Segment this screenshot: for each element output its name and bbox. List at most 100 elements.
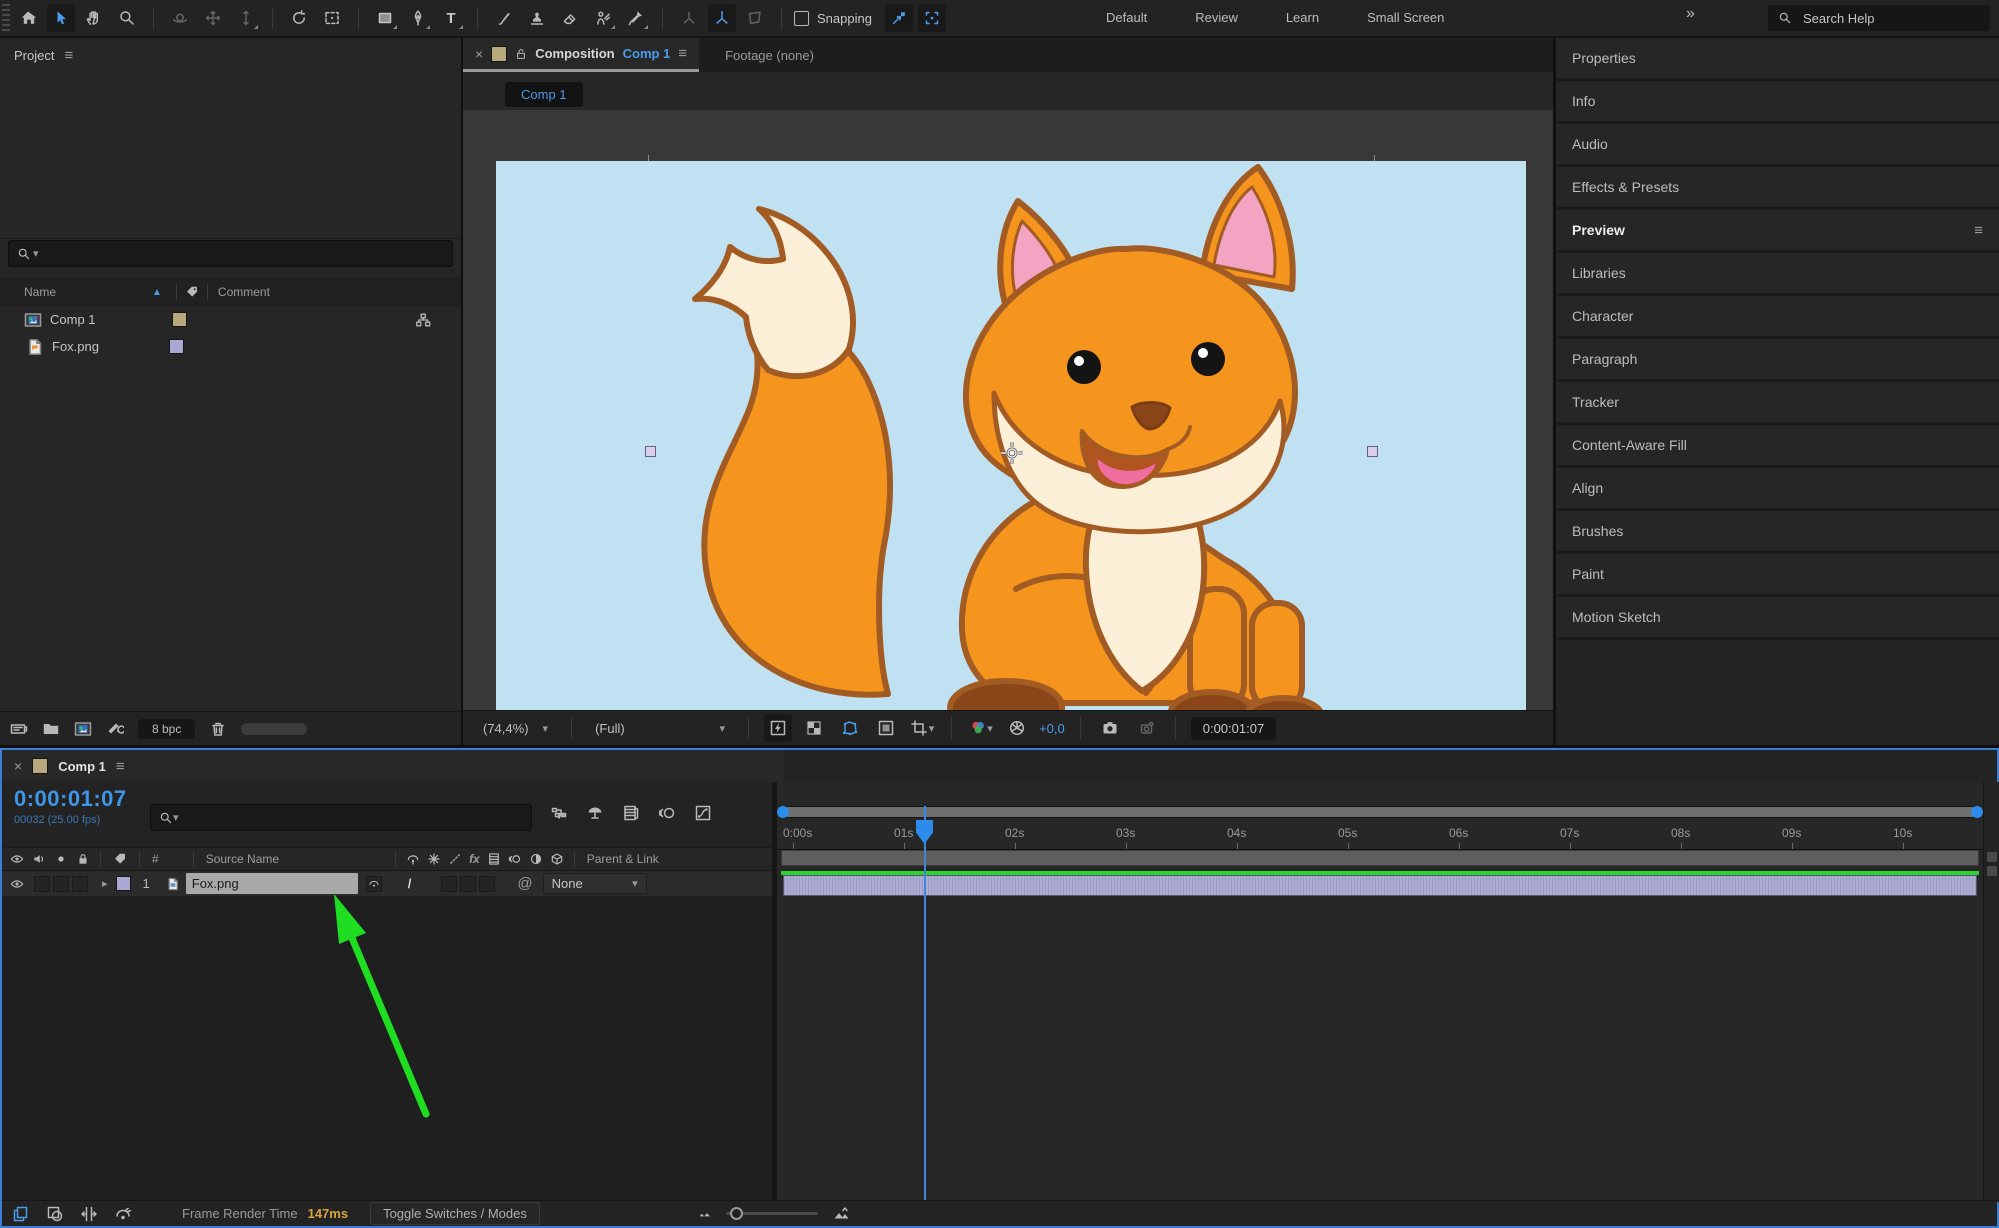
view-axis-mode[interactable] (741, 4, 769, 32)
navigator-start-handle[interactable] (777, 806, 789, 818)
column-source-name[interactable]: Source Name (206, 852, 279, 866)
shy-column-icon[interactable] (406, 852, 420, 866)
timeline-search-field[interactable]: ▾ (150, 804, 532, 831)
panel-tab-content-aware-fill[interactable]: Content-Aware Fill (1556, 425, 1999, 468)
workspace-learn[interactable]: Learn (1286, 10, 1319, 25)
panel-tab-audio[interactable]: Audio (1556, 124, 1999, 167)
solo-toggle-box[interactable] (53, 876, 69, 892)
take-snapshot-button[interactable] (1096, 714, 1124, 742)
composition-canvas[interactable] (496, 161, 1526, 738)
panel-menu-icon[interactable]: ≡ (116, 758, 125, 775)
exposure-button[interactable] (1003, 714, 1031, 742)
interpret-footage-icon[interactable] (10, 720, 28, 738)
timeline-timecode[interactable]: 0:00:01:07 (14, 786, 127, 812)
resolution-dropdown[interactable]: (Full) ▾ (587, 718, 733, 739)
timeline-zoom-slider[interactable] (726, 1212, 818, 1215)
crop-button[interactable]: ▾ (908, 714, 936, 742)
motion-blur-column-icon[interactable] (508, 852, 522, 866)
panel-scrollbar-thumb[interactable] (241, 723, 307, 735)
project-search-field[interactable]: ▾ (8, 240, 453, 267)
label-column-icon[interactable] (113, 852, 127, 866)
snap-features-toggle[interactable] (918, 4, 946, 32)
mask-visibility-button[interactable] (836, 714, 864, 742)
panel-menu-icon[interactable]: ≡ (64, 47, 73, 64)
timeline-tab[interactable]: × Comp 1 ≡ (2, 750, 784, 782)
layer-row-1[interactable]: ▸ 1 Fox.png / @ None ▾ (2, 871, 772, 896)
layer-quality-toggle[interactable]: / (408, 876, 412, 891)
parent-pickwhip-icon[interactable]: @ (517, 875, 532, 892)
expand-icon[interactable]: ▸ (102, 877, 108, 890)
panel-menu-icon[interactable]: ≡ (678, 45, 687, 62)
motion-blur-icon[interactable] (658, 804, 676, 822)
panel-tab-preview[interactable]: Preview≡ (1556, 210, 1999, 253)
panel-tab-paint[interactable]: Paint (1556, 554, 1999, 597)
zoom-in-mountain-icon[interactable] (832, 1205, 850, 1223)
render-settings-icon[interactable] (106, 720, 124, 738)
panel-tab-align[interactable]: Align (1556, 468, 1999, 511)
world-axis-mode[interactable] (708, 4, 736, 32)
label-swatch-footage[interactable] (169, 339, 184, 354)
hand-tool[interactable] (80, 4, 108, 32)
shy-layers-button[interactable] (114, 1205, 132, 1223)
frame-blending-icon[interactable] (622, 804, 640, 822)
transparency-grid-button[interactable] (800, 714, 828, 742)
viewer-pasteboard[interactable] (463, 110, 1553, 710)
workspace-small-screen[interactable]: Small Screen (1367, 10, 1444, 25)
adjustment-layer-column-icon[interactable] (529, 852, 543, 866)
project-item-comp[interactable]: Comp 1 (0, 306, 461, 333)
quality-column-icon[interactable] (448, 852, 462, 866)
type-tool[interactable]: T (437, 4, 465, 32)
blend-modes-pane-button[interactable] (46, 1205, 64, 1223)
zoom-out-mountain-icon[interactable] (698, 1207, 712, 1221)
comp-button-mini[interactable] (1987, 866, 1997, 876)
brush-tool[interactable] (490, 4, 518, 32)
column-comment[interactable]: Comment (218, 285, 270, 299)
navigator-end-handle[interactable] (1971, 806, 1983, 818)
timeline-track-area[interactable]: 0:00s 01s 02s 03s 04s 05s 06s 07s 08s 09… (777, 782, 1983, 1202)
new-composition-icon[interactable] (74, 720, 92, 738)
expand-layers-pane-button[interactable] (12, 1205, 30, 1223)
workspace-review[interactable]: Review (1195, 10, 1238, 25)
tab-footage[interactable]: Footage (none) (699, 38, 840, 72)
layer-duration-bar[interactable] (783, 875, 1977, 896)
layer-list-empty-area[interactable] (2, 896, 772, 1202)
dolly-camera-tool[interactable] (232, 4, 260, 32)
close-icon[interactable]: × (475, 46, 483, 62)
layer-visibility-eye-icon[interactable] (10, 877, 24, 891)
panel-tab-tracker[interactable]: Tracker (1556, 382, 1999, 425)
panel-tab-motion-sketch[interactable]: Motion Sketch (1556, 597, 1999, 640)
layer-switch-box[interactable] (460, 876, 476, 892)
puppet-pin-tool[interactable] (622, 4, 650, 32)
unlock-icon[interactable] (515, 48, 527, 60)
project-item-footage[interactable]: Fox.png (0, 333, 461, 360)
camera-region-tool[interactable] (318, 4, 346, 32)
graph-editor-icon[interactable] (694, 804, 712, 822)
comp-marker-bin-button[interactable] (1987, 852, 1997, 862)
trash-icon[interactable] (209, 720, 227, 738)
orbit-camera-tool[interactable] (166, 4, 194, 32)
viewer-timecode[interactable]: 0:00:01:07 (1191, 717, 1276, 740)
panel-tab-paragraph[interactable]: Paragraph (1556, 339, 1999, 382)
column-number[interactable]: # (152, 852, 159, 866)
pan-camera-tool[interactable] (199, 4, 227, 32)
layer-switch-box[interactable] (479, 876, 495, 892)
layer-label-swatch[interactable] (116, 876, 131, 891)
clone-stamp-tool[interactable] (523, 4, 551, 32)
layer-shy-toggle[interactable] (366, 876, 382, 892)
close-icon[interactable]: × (14, 758, 22, 774)
eraser-tool[interactable] (556, 4, 584, 32)
draft-3d-icon[interactable] (586, 804, 604, 822)
collapse-transformations-column-icon[interactable] (427, 852, 441, 866)
bit-depth-button[interactable]: 8 bpc (138, 719, 195, 739)
home-button[interactable] (14, 4, 42, 32)
snap-along-edges-toggle[interactable] (885, 4, 913, 32)
roto-brush-tool[interactable] (589, 4, 617, 32)
panel-tab-properties[interactable]: Properties (1556, 38, 1999, 81)
panel-tab-brushes[interactable]: Brushes (1556, 511, 1999, 554)
layer-switch-box[interactable] (441, 876, 457, 892)
panel-menu-icon[interactable]: ≡ (1974, 222, 1983, 239)
zoom-tool[interactable] (113, 4, 141, 32)
snapping-checkbox[interactable] (794, 11, 809, 26)
layer-handle-right[interactable] (1367, 446, 1378, 457)
column-parent-link[interactable]: Parent & Link (587, 852, 659, 866)
